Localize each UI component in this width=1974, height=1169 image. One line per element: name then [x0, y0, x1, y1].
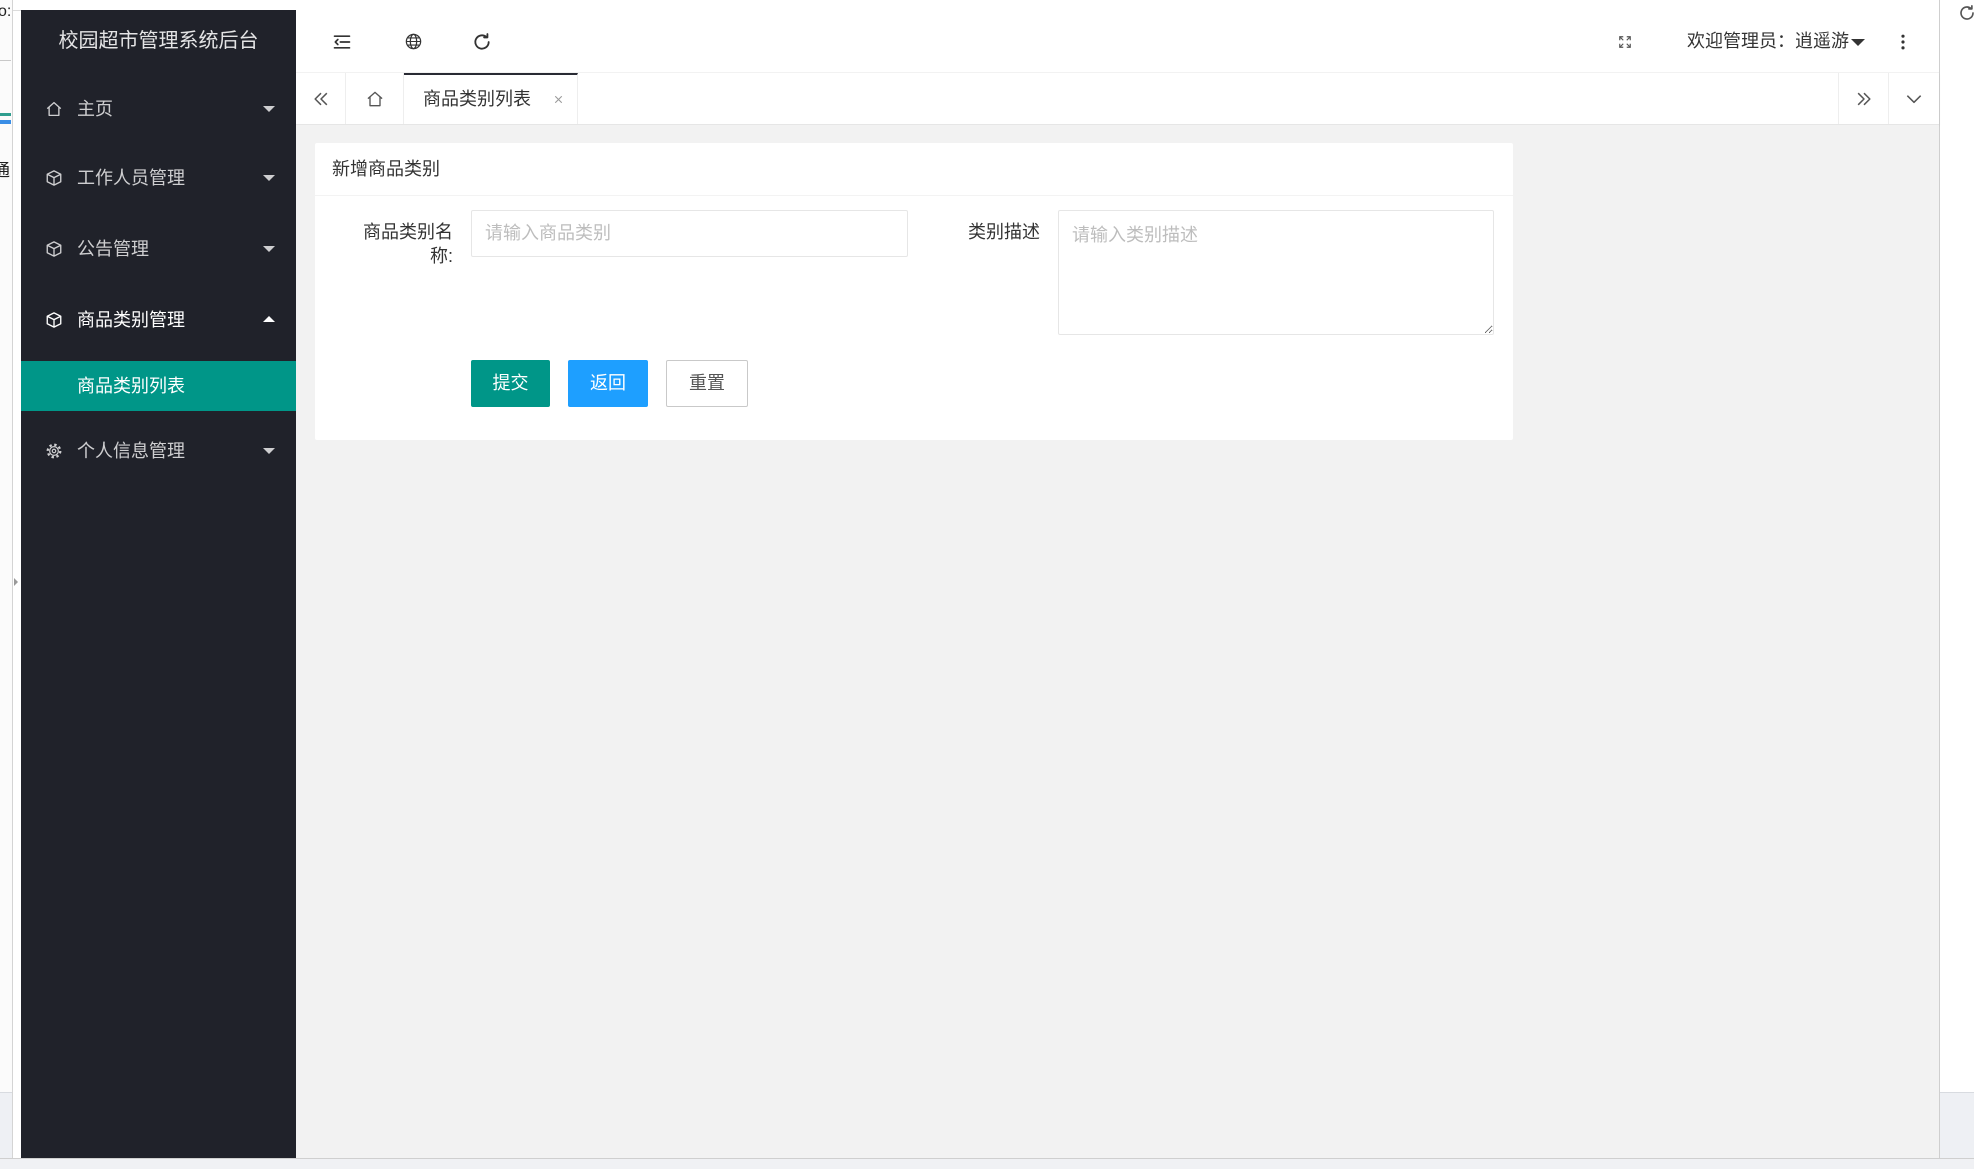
category-name-input[interactable] — [471, 210, 908, 257]
chevron-down-icon — [1904, 89, 1924, 109]
tab-category-list[interactable]: 商品类别列表 — [404, 73, 578, 124]
sidebar-item-label: 商品类别管理 — [77, 310, 185, 330]
caret-down-icon[interactable] — [1851, 39, 1865, 46]
background-window-strip: o: 通 — [0, 0, 13, 1169]
caret-up-icon — [263, 316, 275, 322]
sidebar-item-label: 工作人员管理 — [77, 168, 185, 188]
cube-icon — [45, 311, 63, 329]
user-menu[interactable]: 欢迎管理员：逍遥游 — [1687, 10, 1849, 73]
sidebar-subitem-category-list[interactable]: 商品类别列表 — [21, 361, 296, 411]
fullscreen-icon — [1618, 35, 1632, 49]
tab-home[interactable] — [346, 73, 404, 124]
sidebar-item-staff[interactable]: 工作人员管理 — [21, 143, 296, 213]
background-bar — [0, 113, 11, 116]
shrink-menu-icon — [332, 32, 352, 52]
double-right-icon — [1854, 89, 1874, 109]
more-button[interactable] — [1878, 10, 1928, 73]
top-header: 欢迎管理员：逍遥游 — [296, 10, 1939, 73]
sidebar: 校园超市管理系统后台 主页 工作人员管理 公告管理 商品类别管理 商品类别列表 — [21, 10, 296, 1158]
website-button[interactable] — [383, 10, 443, 73]
reset-button[interactable]: 重置 — [666, 360, 748, 407]
caret-down-icon — [263, 106, 275, 112]
shrink-menu-button[interactable] — [312, 10, 372, 73]
card-title: 新增商品类别 — [315, 143, 1513, 196]
caret-down-icon — [263, 448, 275, 454]
sidebar-item-notice[interactable]: 公告管理 — [21, 214, 296, 284]
back-button[interactable]: 返回 — [568, 360, 648, 407]
collapse-handle-icon[interactable] — [14, 578, 18, 586]
browser-side-strip — [1939, 0, 1974, 1169]
refresh-icon[interactable] — [1958, 4, 1974, 22]
tab-scroll-left-button[interactable] — [296, 73, 346, 124]
caret-down-icon — [263, 246, 275, 252]
caret-down-icon — [263, 175, 275, 181]
category-description-textarea[interactable] — [1058, 210, 1494, 335]
tab-scroll-right-button[interactable] — [1838, 73, 1888, 124]
category-name-label: 商品类别名称: — [363, 222, 453, 266]
sidebar-item-label: 个人信息管理 — [77, 441, 185, 461]
globe-icon — [404, 32, 423, 51]
form-card: 新增商品类别 商品类别名称: 类别描述 提交 返回 重置 — [315, 143, 1513, 440]
tab-bar: 商品类别列表 — [296, 73, 1939, 125]
gear-icon — [45, 442, 63, 460]
category-description-label: 类别描述 — [968, 222, 1040, 242]
home-icon — [45, 100, 63, 118]
background-text-fragment: o: — [0, 3, 12, 20]
sidebar-item-label: 公告管理 — [77, 239, 149, 259]
main-content: 新增商品类别 商品类别名称: 类别描述 提交 返回 重置 — [296, 125, 1939, 1158]
cube-icon — [45, 240, 63, 258]
cube-icon — [45, 169, 63, 187]
tab-label: 商品类别列表 — [423, 89, 531, 109]
close-icon[interactable] — [552, 93, 565, 106]
submit-button[interactable]: 提交 — [471, 360, 550, 407]
app-title: 校园超市管理系统后台 — [58, 30, 259, 52]
background-text-fragment: 通 — [0, 156, 10, 181]
more-vertical-icon — [1895, 32, 1911, 52]
double-left-icon — [311, 89, 331, 109]
sidebar-item-category[interactable]: 商品类别管理 — [21, 285, 296, 355]
sidebar-item-home[interactable]: 主页 — [21, 74, 296, 144]
tab-menu-button[interactable] — [1888, 73, 1939, 124]
refresh-button[interactable] — [452, 10, 512, 73]
browser-bottom-strip — [0, 1158, 1974, 1169]
sidebar-subitem-label: 商品类别列表 — [77, 376, 185, 396]
background-divider — [0, 60, 11, 61]
sidebar-item-profile[interactable]: 个人信息管理 — [21, 416, 296, 486]
refresh-icon — [472, 32, 492, 52]
home-icon — [365, 89, 385, 109]
background-bar — [0, 120, 11, 124]
fullscreen-button[interactable] — [1595, 10, 1655, 73]
sidebar-item-label: 主页 — [77, 99, 113, 119]
